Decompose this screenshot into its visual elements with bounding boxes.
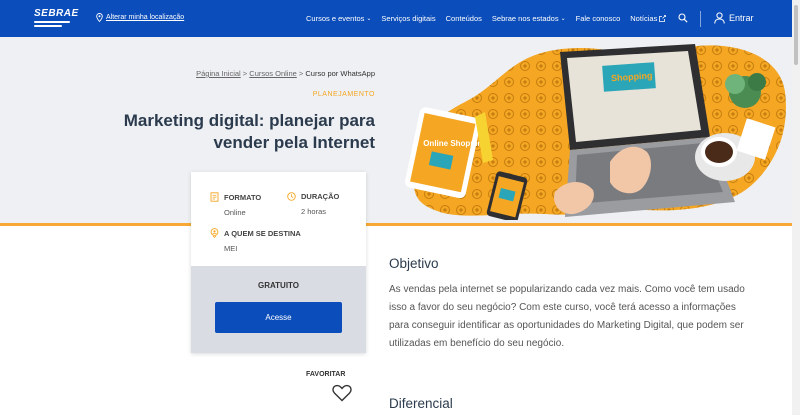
menu-item-noticias[interactable]: Notícias: [630, 14, 667, 23]
map-pin-icon: [96, 13, 103, 22]
objetivo-heading: Objetivo: [389, 256, 439, 271]
location-text: Alterar minha localização: [106, 14, 185, 21]
course-category: PLANEJAMENTO: [312, 91, 375, 98]
chevron-down-icon: ⌄: [366, 16, 372, 22]
chevron-down-icon: ⌄: [560, 16, 566, 22]
location-link[interactable]: Alterar minha localização: [96, 13, 184, 22]
top-navbar: SEBRAE Alterar minha localização Cursos …: [0, 0, 792, 37]
sebrae-logo[interactable]: SEBRAE: [34, 8, 79, 30]
clock-icon: [287, 192, 296, 201]
logo-text: SEBRAE: [34, 8, 79, 19]
breadcrumb-home[interactable]: Página Inicial: [196, 69, 241, 78]
menu-label: Notícias: [630, 14, 658, 23]
menu-label: Cursos e eventos: [306, 14, 365, 23]
access-button[interactable]: Acesse: [215, 302, 342, 333]
external-link-icon: [659, 15, 667, 22]
format-info: FORMATO Online: [210, 192, 261, 217]
logo-lines: [34, 21, 76, 27]
duration-info: DURAÇÃO 2 horas: [287, 192, 339, 216]
scrollbar-thumb[interactable]: [794, 5, 798, 65]
audience-label-row: A QUEM SE DESTINA: [210, 228, 301, 238]
page-title: Marketing digital: planejar para vender …: [123, 111, 375, 152]
diferencial-heading: Diferencial: [389, 396, 453, 411]
course-info-card: FORMATO Online DURAÇÃO 2 horas A QUEM SE…: [191, 172, 366, 353]
search-icon[interactable]: [678, 13, 688, 23]
breadcrumb: Página Inicial > Cursos Online > Curso p…: [196, 69, 375, 78]
heart-icon[interactable]: [332, 384, 352, 402]
audience-label: A QUEM SE DESTINA: [224, 228, 301, 238]
target-audience-icon: [210, 228, 219, 238]
login-button[interactable]: Entrar: [714, 12, 754, 24]
objetivo-paragraph: As vendas pela internet se popularizando…: [389, 284, 745, 349]
duration-value: 2 horas: [301, 207, 327, 216]
menu-item-conteudos[interactable]: Conteúdos: [446, 14, 482, 23]
menu-label: Conteúdos: [445, 14, 482, 23]
user-icon: [714, 12, 725, 24]
duration-label-row: DURAÇÃO: [287, 192, 339, 201]
hero-illustration: Shopping Online Shopping: [405, 44, 786, 220]
audience-value: MEI: [224, 244, 238, 253]
menu-item-fale-conosco[interactable]: Fale conosco: [576, 14, 621, 23]
menu-label: Fale conosco: [575, 14, 621, 23]
menu-item-cursos-eventos[interactable]: Cursos e eventos ⌄: [306, 14, 371, 23]
document-icon: [210, 192, 219, 202]
audience-info: A QUEM SE DESTINA MEI: [210, 228, 301, 253]
course-info-details: FORMATO Online DURAÇÃO 2 horas A QUEM SE…: [191, 172, 366, 266]
price-label: GRATUITO: [257, 281, 300, 290]
login-label: Entrar: [729, 13, 754, 23]
menu-item-sebrae-estados[interactable]: Sebrae nos estados ⌄: [492, 14, 566, 23]
format-label: FORMATO: [224, 192, 262, 202]
breadcrumb-current: Curso por WhatsApp: [305, 69, 375, 78]
format-value: Online: [224, 208, 246, 217]
format-label-row: FORMATO: [210, 192, 261, 202]
favorite-label: FAVORITAR: [306, 371, 346, 378]
menu-label: Sebrae nos estados: [491, 14, 559, 23]
menu-item-servicos-digitais[interactable]: Serviços digitais: [381, 14, 435, 23]
hero-accent-line: [0, 223, 792, 226]
breadcrumb-courses[interactable]: Cursos Online: [249, 69, 297, 78]
duration-label: DURAÇÃO: [301, 192, 340, 201]
tablet-text: Online Shopping: [423, 139, 487, 148]
main-menu: Cursos e eventos ⌄ Serviços digitais Cont…: [306, 0, 676, 37]
menu-label: Serviços digitais: [381, 14, 436, 23]
course-price-panel: GRATUITO Acesse: [191, 266, 366, 353]
nav-divider: [700, 11, 701, 27]
breadcrumb-separator: >: [240, 69, 250, 78]
